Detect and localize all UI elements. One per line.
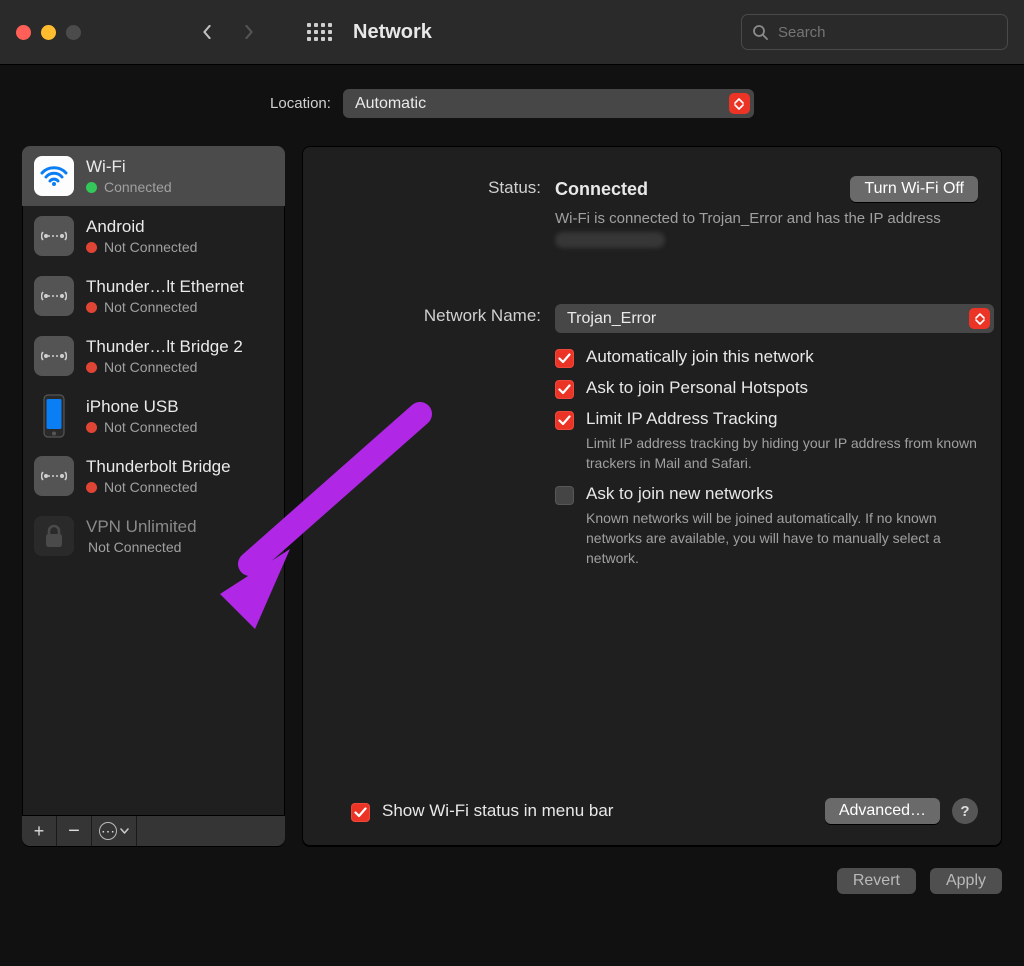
title-bar: Network xyxy=(0,0,1024,64)
ethernet-icon xyxy=(34,216,74,256)
network-name-select[interactable]: Trojan_Error xyxy=(555,304,994,333)
forward-button[interactable] xyxy=(233,16,265,48)
sidebar-item-tb-bridge2[interactable]: Thunder…lt Bridge 2 Not Connected xyxy=(22,326,285,386)
interface-sidebar: Wi-Fi Connected Android Not Connected xyxy=(22,146,285,846)
location-row: Location: Automatic xyxy=(22,89,1002,118)
interface-list: Wi-Fi Connected Android Not Connected xyxy=(22,146,285,815)
interface-status: Not Connected xyxy=(104,419,197,435)
sidebar-item-tb-bridge[interactable]: Thunderbolt Bridge Not Connected xyxy=(22,446,285,506)
search-input[interactable] xyxy=(776,23,997,42)
status-dot-icon xyxy=(86,422,97,433)
sidebar-item-wifi[interactable]: Wi-Fi Connected xyxy=(22,146,285,206)
interface-name: Thunderbolt Bridge xyxy=(86,457,231,477)
ethernet-icon xyxy=(34,336,74,376)
sidebar-item-android[interactable]: Android Not Connected xyxy=(22,206,285,266)
chevron-down-icon xyxy=(120,828,129,834)
back-button[interactable] xyxy=(191,16,223,48)
network-name-label: Network Name: xyxy=(326,304,541,326)
status-note: Wi-Fi is connected to Trojan_Error and h… xyxy=(555,208,978,250)
checkbox-show-menubar[interactable]: Show Wi-Fi status in menu bar xyxy=(351,801,613,822)
status-dot-icon xyxy=(86,362,97,373)
ethernet-icon xyxy=(34,276,74,316)
status-dot-icon xyxy=(86,302,97,313)
interface-status: Not Connected xyxy=(104,239,197,255)
checkbox-ask-new-networks[interactable]: Ask to join new networks Known networks … xyxy=(555,484,978,569)
redacted-ip xyxy=(555,232,665,248)
grid-icon xyxy=(307,23,332,41)
checkbox-note: Known networks will be joined automatica… xyxy=(586,508,978,569)
location-value: Automatic xyxy=(355,95,426,113)
checkbox-icon xyxy=(555,486,574,505)
interface-name: Android xyxy=(86,217,197,237)
search-icon xyxy=(752,24,768,40)
sidebar-item-iphone-usb[interactable]: iPhone USB Not Connected xyxy=(22,386,285,446)
remove-interface-button[interactable]: − xyxy=(57,816,92,846)
location-label: Location: xyxy=(270,95,331,112)
revert-button[interactable]: Revert xyxy=(837,868,916,894)
status-value: Connected xyxy=(555,179,648,200)
wifi-toggle-button[interactable]: Turn Wi-Fi Off xyxy=(850,176,978,202)
window-controls xyxy=(16,25,81,40)
stepper-icon xyxy=(729,93,750,114)
sidebar-item-vpn[interactable]: VPN Unlimited Not Connected xyxy=(22,506,285,566)
sidebar-item-tb-ethernet[interactable]: Thunder…lt Ethernet Not Connected xyxy=(22,266,285,326)
location-select[interactable]: Automatic xyxy=(343,89,754,118)
window-title: Network xyxy=(353,21,432,44)
checkbox-label: Ask to join Personal Hotspots xyxy=(586,378,808,398)
interface-name: Wi-Fi xyxy=(86,157,172,177)
detail-panel: Status: Connected Turn Wi-Fi Off Wi-Fi i… xyxy=(302,146,1002,846)
checkbox-note: Limit IP address tracking by hiding your… xyxy=(586,433,978,474)
network-name-value: Trojan_Error xyxy=(567,310,656,328)
interface-name: Thunder…lt Bridge 2 xyxy=(86,337,243,357)
window-actions: Revert Apply xyxy=(22,868,1002,894)
checkbox-auto-join[interactable]: Automatically join this network xyxy=(555,347,978,368)
interface-status: Not Connected xyxy=(104,479,197,495)
status-dot-icon xyxy=(86,182,97,193)
search-field[interactable] xyxy=(741,14,1008,50)
checkbox-limit-tracking[interactable]: Limit IP Address Tracking Limit IP addre… xyxy=(555,409,978,474)
interface-status: Connected xyxy=(104,179,172,195)
advanced-button[interactable]: Advanced… xyxy=(825,798,940,824)
sidebar-footer: + − ⋯ xyxy=(22,815,285,846)
checkbox-icon xyxy=(555,411,574,430)
add-interface-button[interactable]: + xyxy=(22,816,57,846)
interface-status: Not Connected xyxy=(104,359,197,375)
checkbox-icon xyxy=(555,349,574,368)
checkbox-label: Show Wi-Fi status in menu bar xyxy=(382,801,613,821)
checkbox-label: Automatically join this network xyxy=(586,347,814,367)
interface-status: Not Connected xyxy=(88,539,181,555)
stepper-icon xyxy=(969,308,990,329)
interface-name: VPN Unlimited xyxy=(86,517,197,537)
ethernet-icon xyxy=(34,456,74,496)
checkbox-icon xyxy=(555,380,574,399)
lock-icon xyxy=(34,516,74,556)
checkbox-hotspots[interactable]: Ask to join Personal Hotspots xyxy=(555,378,978,399)
interface-name: iPhone USB xyxy=(86,397,197,417)
checkbox-label: Limit IP Address Tracking xyxy=(586,409,978,429)
close-window-button[interactable] xyxy=(16,25,31,40)
minimize-window-button[interactable] xyxy=(41,25,56,40)
status-dot-icon xyxy=(86,242,97,253)
apply-button[interactable]: Apply xyxy=(930,868,1002,894)
interface-name: Thunder…lt Ethernet xyxy=(86,277,244,297)
help-button[interactable]: ? xyxy=(952,798,978,824)
status-dot-icon xyxy=(86,482,97,493)
iphone-icon xyxy=(34,396,74,436)
checkbox-label: Ask to join new networks xyxy=(586,484,978,504)
status-label: Status: xyxy=(326,176,541,198)
zoom-window-button[interactable] xyxy=(66,25,81,40)
interface-status: Not Connected xyxy=(104,299,197,315)
show-all-button[interactable] xyxy=(303,16,335,48)
more-options-button[interactable]: ⋯ xyxy=(92,816,137,846)
checkbox-icon xyxy=(351,803,370,822)
wifi-icon xyxy=(34,156,74,196)
